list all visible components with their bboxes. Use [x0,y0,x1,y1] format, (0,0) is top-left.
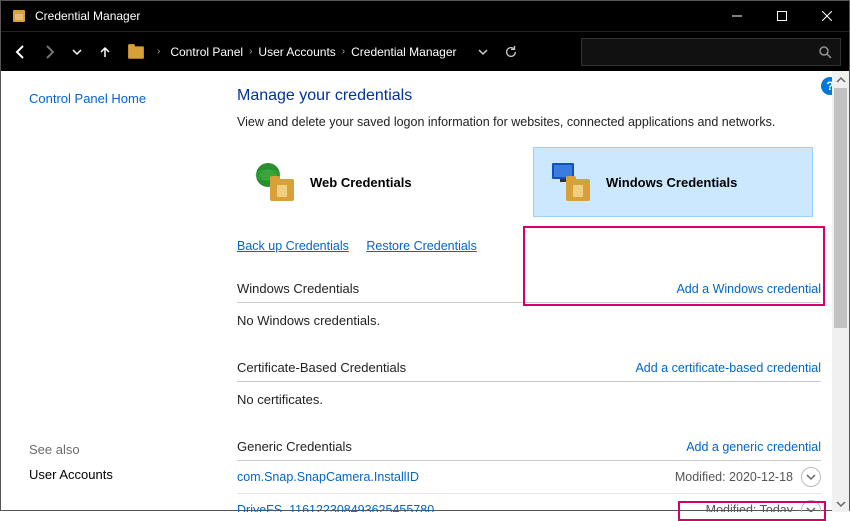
sidebar: Control Panel Home See also User Account… [1,71,221,512]
crumb-user-accounts[interactable]: User Accounts [256,45,337,59]
globe-folder-icon [252,159,298,205]
window-title: Credential Manager [35,9,714,23]
scroll-thumb[interactable] [834,88,847,328]
expand-button[interactable] [801,467,821,487]
tab-label: Windows Credentials [606,175,737,190]
app-icon [11,8,27,24]
recent-locations-button[interactable] [65,38,89,66]
credential-row[interactable]: com.Snap.SnapCamera.InstallID Modified: … [237,461,821,494]
add-windows-credential-link[interactable]: Add a Windows credential [676,282,821,296]
windows-empty-text: No Windows credentials. [237,303,821,354]
tab-windows-credentials[interactable]: Windows Credentials [533,147,813,217]
minimize-button[interactable] [714,1,759,31]
credential-row[interactable]: DriveFS_116122308493625455780 Modified: … [237,494,821,512]
breadcrumb: Control Panel › User Accounts › Credenti… [168,45,458,59]
cert-empty-text: No certificates. [237,382,821,433]
forward-button[interactable] [37,38,61,66]
credential-name[interactable]: com.Snap.SnapCamera.InstallID [237,470,419,484]
search-input[interactable] [581,38,841,66]
title-bar: Credential Manager [1,1,849,31]
tab-web-credentials[interactable]: Web Credentials [237,147,517,217]
close-button[interactable] [804,1,849,31]
section-title-generic: Generic Credentials [237,439,352,454]
refresh-button[interactable] [497,38,525,66]
user-accounts-link[interactable]: User Accounts [29,467,113,482]
credential-modified: Modified: 2020-12-18 [675,470,793,484]
search-icon [818,45,832,59]
restore-credentials-link[interactable]: Restore Credentials [366,239,476,253]
toolbar: › Control Panel › User Accounts › Creden… [1,31,849,71]
crumb-credential-manager[interactable]: Credential Manager [349,45,458,59]
scroll-down-button[interactable] [832,495,849,512]
monitor-folder-icon [548,159,594,205]
vertical-scrollbar[interactable] [832,71,849,512]
add-generic-credential-link[interactable]: Add a generic credential [686,440,821,454]
up-button[interactable] [93,38,117,66]
control-panel-home-link[interactable]: Control Panel Home [29,91,221,106]
see-also-header: See also [29,442,221,457]
add-cert-credential-link[interactable]: Add a certificate-based credential [635,361,821,375]
address-dropdown[interactable] [469,38,497,66]
tab-label: Web Credentials [310,175,412,190]
chevron-right-icon: › [338,46,349,57]
backup-credentials-link[interactable]: Back up Credentials [237,239,349,253]
main-panel: ? Manage your credentials View and delet… [221,71,849,512]
section-title-windows: Windows Credentials [237,281,359,296]
back-button[interactable] [9,38,33,66]
page-title: Manage your credentials [237,87,821,105]
address-icon [127,43,145,61]
page-subtitle: View and delete your saved logon informa… [237,115,821,129]
expand-button[interactable] [801,500,821,512]
crumb-control-panel[interactable]: Control Panel [168,45,245,59]
section-title-cert: Certificate-Based Credentials [237,360,406,375]
chevron-right-icon: › [245,46,256,57]
chevron-right-icon: › [153,46,164,57]
maximize-button[interactable] [759,1,804,31]
scroll-up-button[interactable] [832,71,849,88]
